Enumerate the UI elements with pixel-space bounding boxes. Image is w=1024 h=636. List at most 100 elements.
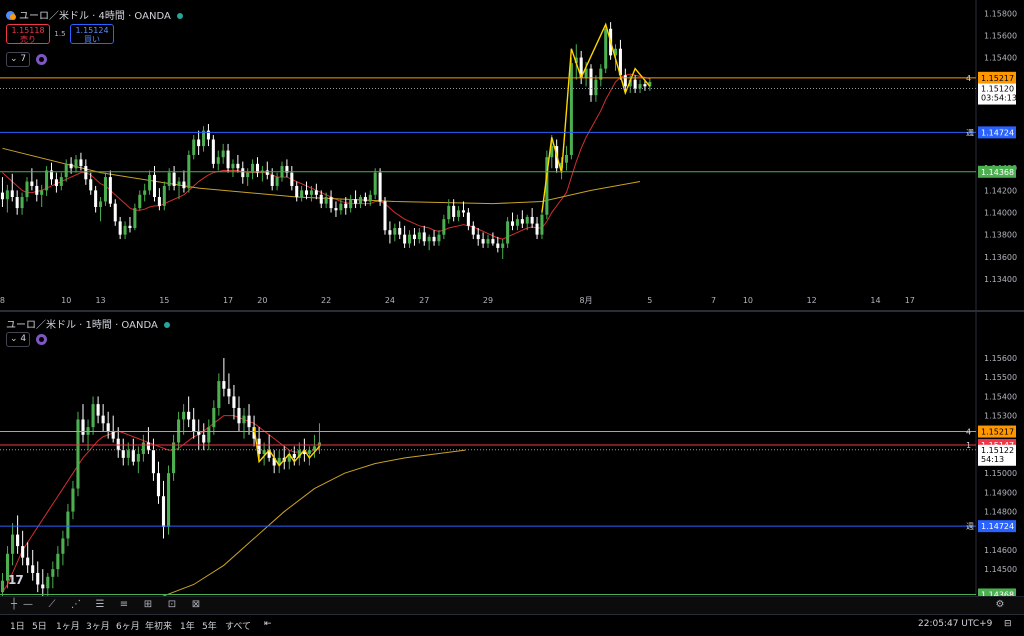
y-tick-label: 1.15500 bbox=[984, 373, 1017, 382]
indicator-icon[interactable] bbox=[36, 54, 48, 65]
pattern-icon[interactable]: ☰ bbox=[92, 598, 108, 612]
text-icon[interactable]: ⊞ bbox=[140, 598, 156, 612]
candle-body bbox=[221, 150, 225, 158]
candle-body bbox=[633, 79, 637, 89]
candle-body bbox=[128, 225, 132, 229]
range-3m[interactable]: 3ヶ月 bbox=[86, 619, 110, 632]
range-6m[interactable]: 6ヶ月 bbox=[116, 619, 140, 632]
trend-line-icon[interactable]: ⟋ bbox=[44, 598, 60, 612]
last-price-label: 1.15122 bbox=[981, 446, 1014, 455]
candle-body bbox=[89, 179, 93, 191]
buy-label: 買い bbox=[84, 35, 100, 44]
brush-icon[interactable]: ≡ bbox=[116, 598, 132, 612]
candle-body bbox=[66, 511, 70, 539]
candle-body bbox=[317, 442, 322, 447]
candle-body bbox=[604, 28, 608, 69]
y-tick-label: 1.14200 bbox=[984, 186, 1017, 195]
level-tag: 4 bbox=[966, 74, 971, 83]
chart-1h-svg[interactable]: 1.15600 1.15500 1.15400 1.15300 1.15000 1.149… bbox=[0, 312, 1024, 596]
level-tag: 1 bbox=[966, 441, 971, 450]
tradingview-logo-icon[interactable]: 17 bbox=[8, 573, 24, 587]
candle-body bbox=[393, 228, 397, 235]
x-tick-label: 8月 bbox=[580, 296, 593, 305]
candle-body bbox=[292, 454, 296, 458]
x-tick-label: 7 bbox=[711, 296, 716, 305]
candle-body bbox=[216, 157, 220, 164]
candle-body bbox=[222, 381, 226, 389]
candle-body bbox=[231, 163, 235, 169]
candle-body bbox=[74, 159, 78, 169]
settings-gear-icon[interactable]: ⚙ bbox=[992, 598, 1008, 612]
legend-4h[interactable]: ユーロ／米ドル · 4時間 · OANDA bbox=[6, 7, 183, 22]
candle-body bbox=[290, 172, 294, 186]
range-1m[interactable]: 1ヶ月 bbox=[56, 619, 80, 632]
x-tick-label: 15 bbox=[159, 296, 169, 305]
legend-1h[interactable]: ユーロ／米ドル · 1時間 · OANDA bbox=[6, 316, 170, 331]
chart-4h-svg[interactable]: 1.158001.156001.154001.144001.142001.140… bbox=[0, 0, 1024, 310]
x-tick-label: 5 bbox=[647, 296, 652, 305]
indicator-toggle[interactable]: ⌄ 4 bbox=[6, 332, 31, 347]
chart-pane-4h[interactable]: 1.158001.156001.154001.144001.142001.140… bbox=[0, 0, 1024, 310]
measure-icon[interactable]: ⊡ bbox=[164, 598, 180, 612]
candle-body bbox=[20, 197, 24, 209]
countdown-label: 54:13 bbox=[981, 455, 1004, 464]
buy-button[interactable]: 1.15124 買い bbox=[70, 24, 114, 44]
candle-body bbox=[172, 172, 176, 186]
candle-body bbox=[151, 450, 156, 474]
sell-button[interactable]: 1.15118 売り bbox=[6, 24, 50, 44]
candle-body bbox=[520, 219, 524, 224]
candle-body bbox=[305, 190, 309, 195]
range-all[interactable]: すべて bbox=[225, 619, 251, 632]
candle-body bbox=[126, 450, 130, 458]
candle-body bbox=[270, 174, 274, 186]
horizontal-line-icon[interactable]: — bbox=[20, 598, 36, 612]
candle-body bbox=[349, 199, 353, 209]
date-range-icon[interactable]: ⇤ bbox=[264, 619, 272, 629]
candle-body bbox=[56, 553, 60, 570]
more-icon[interactable]: ⊟ bbox=[1004, 619, 1012, 629]
x-tick-label: 17 bbox=[223, 296, 233, 305]
chart-pane-1h[interactable]: 1.15600 1.15500 1.15400 1.15300 1.15000 1.149… bbox=[0, 312, 1024, 596]
candle-body bbox=[143, 190, 147, 195]
candle-body bbox=[486, 239, 490, 244]
sell-price: 1.15118 bbox=[11, 26, 45, 35]
range-1y[interactable]: 1年 bbox=[180, 619, 195, 632]
candle-body bbox=[81, 419, 85, 435]
candle-body bbox=[76, 419, 80, 489]
candle-body bbox=[339, 203, 343, 211]
candle-body bbox=[242, 415, 246, 424]
candle-body bbox=[378, 172, 382, 202]
candle-body bbox=[161, 496, 166, 527]
candle-body bbox=[108, 177, 112, 204]
candle-body bbox=[26, 557, 30, 566]
candle-body bbox=[101, 415, 105, 424]
candle-body bbox=[564, 154, 568, 163]
candle-body bbox=[540, 214, 544, 235]
level-tag: 4 bbox=[966, 428, 971, 437]
candle-body bbox=[432, 236, 436, 242]
range-5d[interactable]: 5日 bbox=[32, 619, 47, 632]
candle-body bbox=[412, 234, 416, 240]
candle-body bbox=[447, 205, 451, 220]
range-5y[interactable]: 5年 bbox=[202, 619, 217, 632]
candle-body bbox=[643, 84, 647, 87]
y-tick-label: 1.14500 bbox=[984, 565, 1017, 574]
candle-body bbox=[226, 150, 230, 169]
candle-body bbox=[167, 172, 171, 186]
candle-body bbox=[388, 230, 392, 235]
spread-value: 1.5 bbox=[54, 30, 66, 38]
range-ytd[interactable]: 年初来 bbox=[145, 619, 172, 632]
market-open-icon bbox=[163, 322, 170, 328]
y-tick-label: 1.14900 bbox=[984, 488, 1017, 497]
candle-body bbox=[307, 450, 311, 454]
range-1d[interactable]: 1日 bbox=[10, 619, 25, 632]
candle-body bbox=[525, 216, 529, 224]
candle-body bbox=[21, 546, 25, 558]
indicator-toggle[interactable]: ⌄ 7 bbox=[6, 52, 31, 67]
symbol-title-1h: ユーロ／米ドル · 1時間 · OANDA bbox=[6, 320, 158, 331]
x-tick-label: 20 bbox=[257, 296, 267, 305]
clock: 22:05:47 UTC+9 bbox=[918, 619, 993, 629]
indicator-icon[interactable] bbox=[36, 334, 48, 345]
fib-icon[interactable]: ⋰ bbox=[68, 598, 84, 612]
zoom-icon[interactable]: ⊠ bbox=[188, 598, 204, 612]
